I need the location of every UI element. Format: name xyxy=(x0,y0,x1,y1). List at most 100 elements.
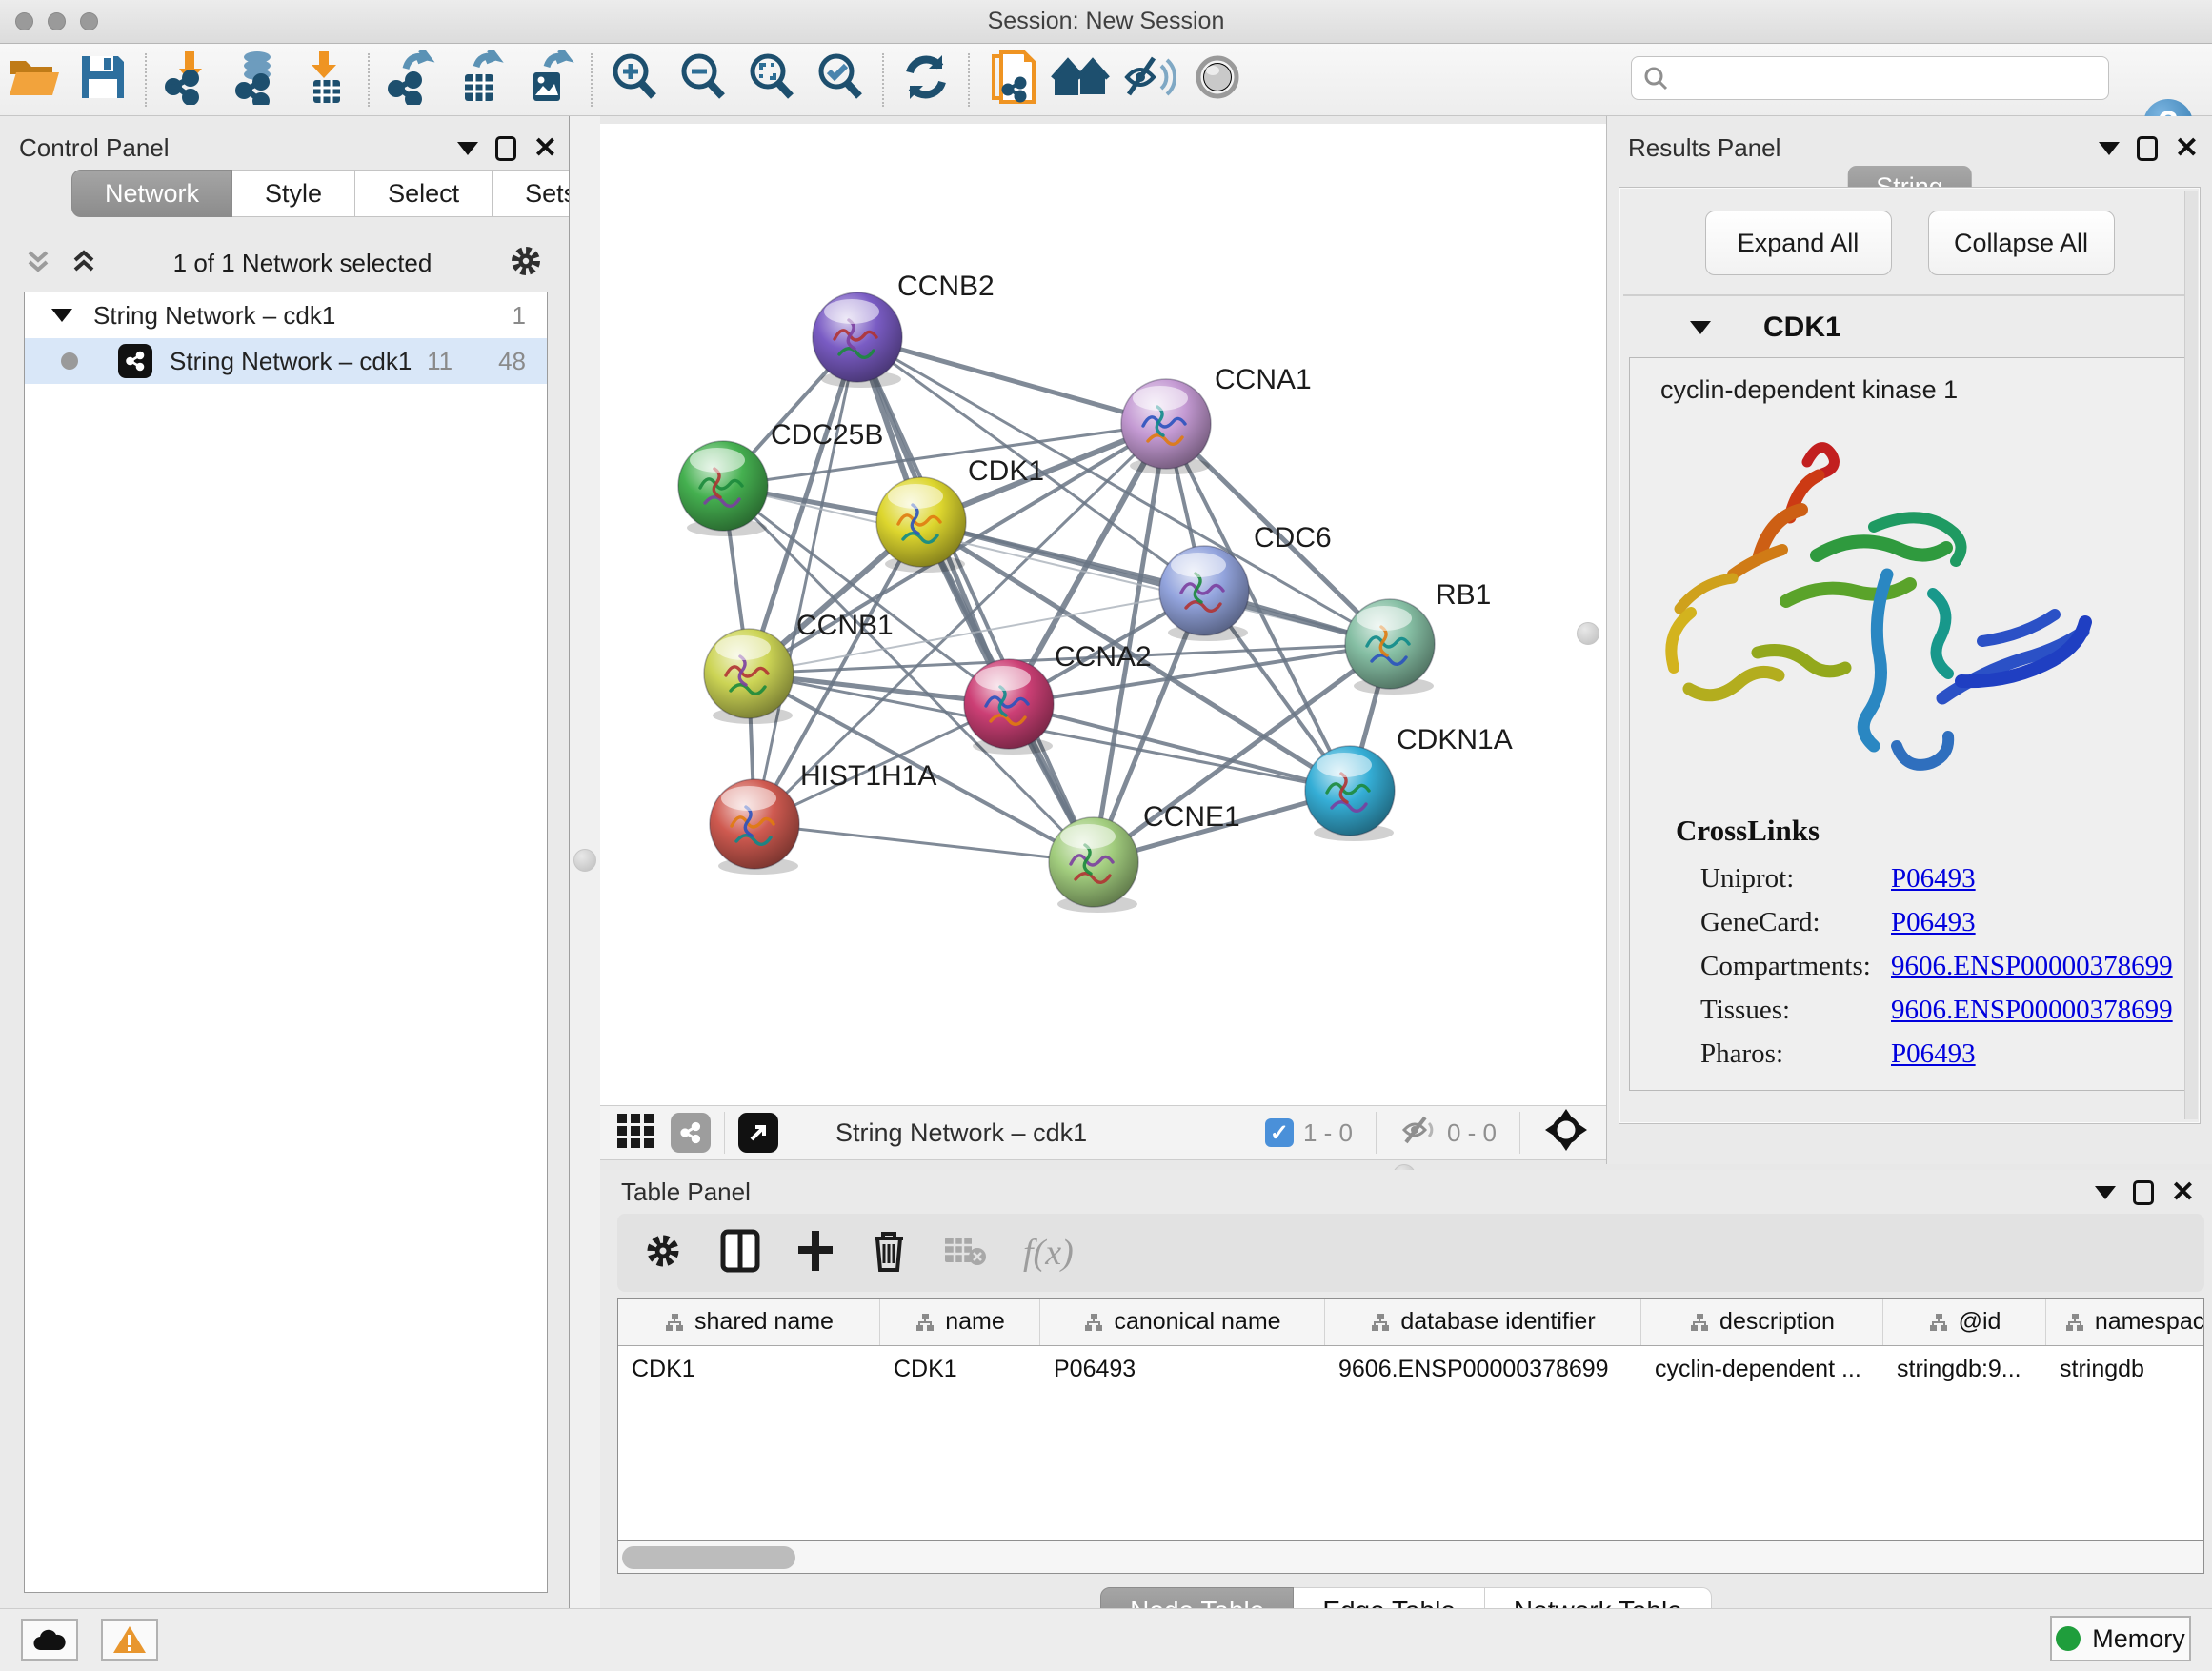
network-row[interactable]: String Network – cdk1 11 48 xyxy=(25,338,547,384)
table-cell[interactable]: stringdb xyxy=(2046,1346,2204,1392)
zoom-fit-button[interactable] xyxy=(737,50,806,111)
panel-float-icon[interactable] xyxy=(495,136,516,161)
gear-icon[interactable] xyxy=(507,242,545,285)
zoom-in-button[interactable] xyxy=(600,50,669,111)
network-edge-CCNB2-HIST1H1A[interactable] xyxy=(754,337,857,824)
tab-select[interactable]: Select xyxy=(355,170,493,217)
detach-view-icon[interactable] xyxy=(738,1113,778,1153)
export-table-button[interactable] xyxy=(446,50,514,111)
network-collection-row[interactable]: String Network – cdk1 1 xyxy=(25,292,547,338)
delete-table-icon xyxy=(943,1234,987,1273)
column-header-shared-name[interactable]: shared name xyxy=(618,1299,880,1345)
network-view-title: String Network – cdk1 xyxy=(835,1118,1087,1148)
delete-column-icon[interactable] xyxy=(871,1229,907,1278)
panel-menu-icon[interactable] xyxy=(2095,1186,2116,1199)
table-cell[interactable]: cyclin-dependent ... xyxy=(1641,1346,1883,1392)
expand-all-button[interactable]: Expand All xyxy=(1705,211,1892,275)
hide-details-button[interactable] xyxy=(1115,50,1183,111)
zoom-selected-icon xyxy=(814,50,867,109)
selected-checkbox-icon[interactable]: ✓ xyxy=(1265,1118,1294,1147)
scrollbar-thumb[interactable] xyxy=(622,1546,795,1569)
table-cell[interactable]: P06493 xyxy=(1040,1346,1325,1392)
network-canvas[interactable]: CCNB2CCNA1CDC25BCDK1CDC6RB1CCNB1CCNA2CDK… xyxy=(600,124,1606,1105)
table-cell[interactable]: CDK1 xyxy=(880,1346,1040,1392)
panel-menu-icon[interactable] xyxy=(457,142,478,155)
save-session-button[interactable] xyxy=(69,50,137,111)
import-network-from-database-button[interactable] xyxy=(223,50,292,111)
select-columns-icon[interactable] xyxy=(720,1229,760,1278)
tab-network[interactable]: Network xyxy=(71,170,232,217)
network-node-CCNB1[interactable] xyxy=(704,629,794,724)
crosslink-link[interactable]: 9606.ENSP00000378699 xyxy=(1891,995,2173,1023)
cloud-button[interactable] xyxy=(21,1619,78,1661)
network-node-CCNA1[interactable] xyxy=(1121,379,1211,474)
column-header-canonical-name[interactable]: canonical name xyxy=(1040,1299,1325,1345)
search-input[interactable] xyxy=(1668,59,2108,97)
toolbar-separator xyxy=(968,53,970,107)
export-image-button[interactable] xyxy=(514,50,583,111)
column-header-description[interactable]: description xyxy=(1641,1299,1883,1345)
table-cell[interactable]: CDK1 xyxy=(618,1346,880,1392)
panel-menu-icon[interactable] xyxy=(2099,142,2120,155)
network-node-CCNE1[interactable] xyxy=(1049,817,1138,913)
panel-close-icon[interactable]: ✕ xyxy=(2175,134,2199,163)
collapse-all-button[interactable]: Collapse All xyxy=(1928,211,2115,275)
network-edge-CCNA2-CDKN1A[interactable] xyxy=(1009,704,1350,791)
collection-expand-icon[interactable] xyxy=(51,309,72,322)
gene-expand-icon[interactable] xyxy=(1690,321,1711,334)
toolbar-separator xyxy=(1519,1112,1520,1154)
open-session-button[interactable] xyxy=(0,50,69,111)
vertical-splitter[interactable] xyxy=(569,116,600,1608)
crosslink-link[interactable]: P06493 xyxy=(1891,1038,1976,1067)
crosslink-link[interactable]: P06493 xyxy=(1891,907,1976,936)
table-row[interactable]: CDK1CDK1P064939606.ENSP00000378699cyclin… xyxy=(618,1346,2203,1392)
column-header-name[interactable]: name xyxy=(880,1299,1040,1345)
crosslink-link[interactable]: 9606.ENSP00000378699 xyxy=(1891,951,2173,979)
apply-style-button[interactable] xyxy=(892,50,960,111)
string-view-icon[interactable] xyxy=(671,1113,711,1153)
table-cell[interactable]: 9606.ENSP00000378699 xyxy=(1325,1346,1641,1392)
network-node-CCNA2[interactable] xyxy=(964,659,1054,755)
node-label-CCNB1: CCNB1 xyxy=(796,610,894,641)
zoom-out-button[interactable] xyxy=(669,50,737,111)
panel-float-icon[interactable] xyxy=(2133,1180,2154,1205)
expand-all-icon[interactable] xyxy=(70,247,98,280)
collapse-all-icon[interactable] xyxy=(24,247,52,280)
import-network-button[interactable] xyxy=(154,50,223,111)
grid-view-icon[interactable] xyxy=(615,1110,657,1157)
panel-float-icon[interactable] xyxy=(2137,136,2158,161)
export-network-button[interactable] xyxy=(377,50,446,111)
network-edge-HIST1H1A-CCNE1[interactable] xyxy=(754,824,1094,862)
panel-close-icon[interactable]: ✕ xyxy=(533,134,557,163)
network-node-RB1[interactable] xyxy=(1345,599,1435,695)
network-edge-CCNB2-CCNA1[interactable] xyxy=(857,337,1166,424)
network-results-splitter-handle[interactable] xyxy=(1577,622,1599,645)
warnings-button[interactable] xyxy=(101,1619,158,1661)
network-node-CDKN1A[interactable] xyxy=(1305,746,1395,841)
panel-close-icon[interactable]: ✕ xyxy=(2171,1178,2195,1207)
starter-panel-button[interactable] xyxy=(1046,50,1115,111)
results-scrollbar[interactable] xyxy=(2184,191,2198,1119)
tab-style[interactable]: Style xyxy=(232,170,355,217)
table-horizontal-scrollbar[interactable] xyxy=(617,1541,2204,1574)
memory-button[interactable]: Memory xyxy=(2050,1616,2191,1661)
import-table-button[interactable] xyxy=(292,50,360,111)
birdseye-icon[interactable] xyxy=(1543,1107,1589,1159)
network-graph[interactable]: CCNB2CCNA1CDC25BCDK1CDC6RB1CCNB1CCNA2CDK… xyxy=(600,124,1606,1105)
add-column-icon[interactable] xyxy=(796,1229,835,1278)
network-node-CDC25B[interactable] xyxy=(678,441,768,536)
network-node-HIST1H1A[interactable] xyxy=(710,779,799,875)
crosslink-link[interactable]: P06493 xyxy=(1891,863,1976,892)
show-graphics-details-button[interactable] xyxy=(1183,50,1252,111)
column-header-namespace[interactable]: namespace xyxy=(2046,1299,2204,1345)
table-gear-icon[interactable] xyxy=(642,1230,684,1277)
splitter-handle[interactable] xyxy=(573,849,596,872)
network-node-CDK1[interactable] xyxy=(876,477,966,573)
network-node-CDC6[interactable] xyxy=(1159,546,1249,641)
table-cell[interactable]: stringdb:9... xyxy=(1883,1346,2046,1392)
zoom-selected-button[interactable] xyxy=(806,50,875,111)
hidden-eye-icon[interactable] xyxy=(1399,1114,1438,1153)
column-header--id[interactable]: @id xyxy=(1883,1299,2046,1345)
clone-network-button[interactable] xyxy=(977,50,1046,111)
column-header-database-identifier[interactable]: database identifier xyxy=(1325,1299,1641,1345)
